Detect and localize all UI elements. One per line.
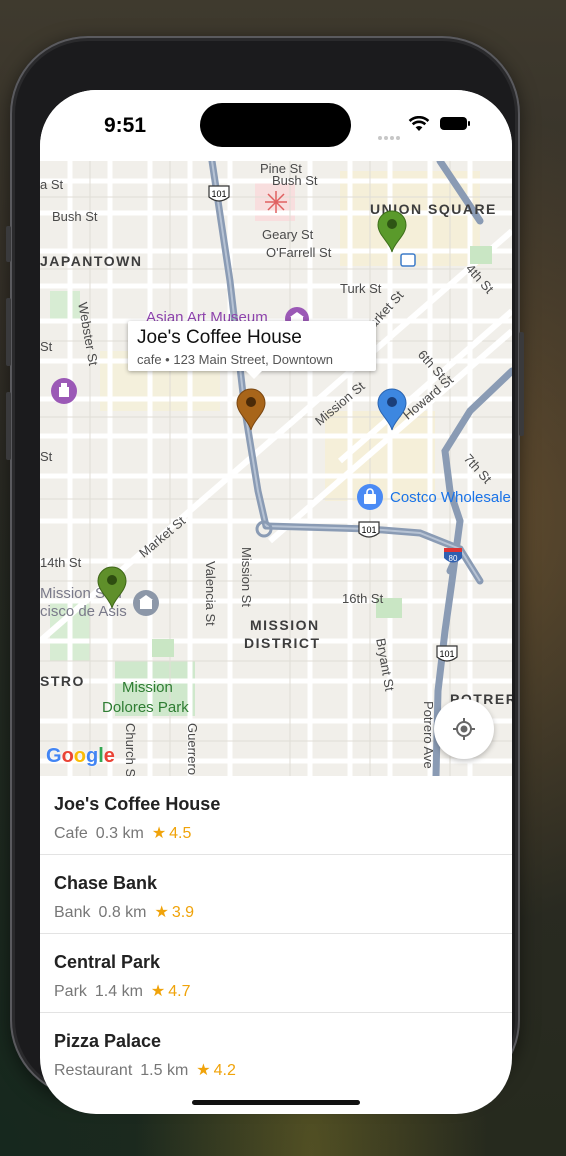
star-icon: ★ <box>150 983 166 1000</box>
highway-101-shield-top: 101 <box>208 185 230 202</box>
map-label-japantown: JAPANTOWN <box>40 253 143 269</box>
google-logo: Google <box>46 745 115 767</box>
map-pin-joes-coffee-house[interactable] <box>235 387 267 431</box>
volume-down-button <box>6 392 11 460</box>
map-label-16th-st: 16th St <box>342 591 384 606</box>
place-distance: 1.5 km <box>140 1062 189 1079</box>
place-meta: Bank 0.8 km ★ 3.9 <box>54 902 194 922</box>
places-list: Joe's Coffee House Cafe 0.3 km ★ 4.5 Chase … <box>40 776 512 1091</box>
map-label-church-st: Church St <box>123 723 138 776</box>
map-label-a-st: a St <box>40 177 64 192</box>
place-category: Restaurant <box>54 1062 133 1079</box>
phone-frame: 9:51 Pine St Bush St a St Bush St Geary … <box>6 36 524 1114</box>
volume-up-button <box>6 298 11 366</box>
interstate-80-shield: 80 <box>444 548 462 563</box>
cellular-signal-icon <box>378 127 402 145</box>
map-pin-soma[interactable] <box>376 387 408 431</box>
star-icon: ★ <box>154 904 169 921</box>
map-label-geary-st: Geary St <box>262 227 314 242</box>
my-location-button[interactable] <box>434 699 494 759</box>
map-label-mission-district-1: MISSION <box>250 617 320 633</box>
place-name: Chase Bank <box>54 873 158 893</box>
action-button <box>6 226 11 262</box>
battery-icon <box>440 117 470 130</box>
place-rating: 4.7 <box>168 983 191 1000</box>
map-label-mission-st-vert: Mission St <box>239 547 254 607</box>
home-indicator <box>192 1100 360 1105</box>
place-category: Bank <box>54 904 91 921</box>
place-distance: 0.8 km <box>98 904 147 921</box>
place-category: Cafe <box>54 825 88 842</box>
star-icon: ★ <box>196 1062 211 1079</box>
my-location-icon <box>453 718 475 740</box>
power-button <box>519 332 524 436</box>
map-label-costco: Costco Wholesale <box>390 489 511 506</box>
map-label-st-left-2: St <box>40 449 53 464</box>
status-bar: 9:51 <box>40 90 512 161</box>
highway-101-shield-mid: 101 <box>358 521 380 538</box>
place-name: Central Park <box>54 952 161 972</box>
star-icon: ★ <box>151 825 167 842</box>
place-name: Joe's Coffee House <box>54 794 221 814</box>
list-item[interactable]: Pizza Palace Restaurant 1.5 km ★ 4.2 <box>40 1013 512 1091</box>
info-window-subtitle: cafe • 123 Main Street, Downtown <box>137 352 334 367</box>
place-category: Park <box>54 983 87 1000</box>
shopping-bag-poi-icon[interactable] <box>356 483 384 513</box>
place-rating: 4.2 <box>213 1062 236 1079</box>
svg-text:80: 80 <box>449 554 458 563</box>
map-label-st-left-1: St <box>40 339 53 354</box>
place-meta: Restaurant 1.5 km ★ 4.2 <box>54 1060 236 1080</box>
map-label-14th-st: 14th St <box>40 555 82 570</box>
place-distance: 1.4 km <box>94 983 143 1000</box>
place-meta: Cafe 0.3 km ★ 4.5 <box>54 823 191 843</box>
status-time: 9:51 <box>104 114 147 137</box>
place-distance: 0.3 km <box>95 825 144 842</box>
map-label-mission-district-2: DISTRICT <box>244 635 321 651</box>
highway-101-shield-low: 101 <box>436 645 458 662</box>
wifi-icon <box>408 116 430 131</box>
map-pin-union-square[interactable] <box>376 209 408 253</box>
landmark-poi-icon[interactable] <box>50 377 78 405</box>
map-label-turk-st: Turk St <box>340 281 382 296</box>
map-label-ofarrell-st: O'Farrell St <box>266 245 332 260</box>
map-label-stro: STRO <box>40 673 85 689</box>
screen: 9:51 Pine St Bush St a St Bush St Geary … <box>40 90 512 1114</box>
svg-text:101: 101 <box>361 525 376 535</box>
dynamic-island <box>200 103 351 147</box>
map-label-bush-st: Bush St <box>272 173 318 188</box>
place-name: Pizza Palace <box>54 1031 162 1051</box>
map-label-valencia-st: Valencia St <box>203 561 218 626</box>
list-item[interactable]: Chase Bank Bank 0.8 km ★ 3.9 <box>40 855 512 934</box>
svg-text:101: 101 <box>439 649 454 659</box>
mission-poi-icon[interactable] <box>132 589 160 619</box>
place-rating: 3.9 <box>171 904 195 921</box>
list-item[interactable]: Central Park Park 1.4 km ★ 4.7 <box>40 934 512 1013</box>
map-pin-mission[interactable] <box>96 565 128 609</box>
map-label-mission-dolores-1: Mission <box>122 679 173 696</box>
list-item[interactable]: Joe's Coffee House Cafe 0.3 km ★ 4.5 <box>40 776 512 855</box>
svg-text:101: 101 <box>211 189 226 199</box>
map-label-bush-st-left: Bush St <box>52 209 98 224</box>
info-window-title: Joe's Coffee House <box>137 327 302 348</box>
transit-poi-icon <box>400 253 416 267</box>
map-view[interactable]: Pine St Bush St a St Bush St Geary St O'… <box>40 161 512 776</box>
map-label-guerrero-st: Guerrero St <box>185 723 200 776</box>
place-meta: Park 1.4 km ★ 4.7 <box>54 981 191 1001</box>
map-label-mission-dolores-2: Dolores Park <box>102 699 189 716</box>
map-info-window[interactable]: Joe's Coffee House cafe • 123 Main Stree… <box>128 321 376 379</box>
place-rating: 4.5 <box>169 825 192 842</box>
